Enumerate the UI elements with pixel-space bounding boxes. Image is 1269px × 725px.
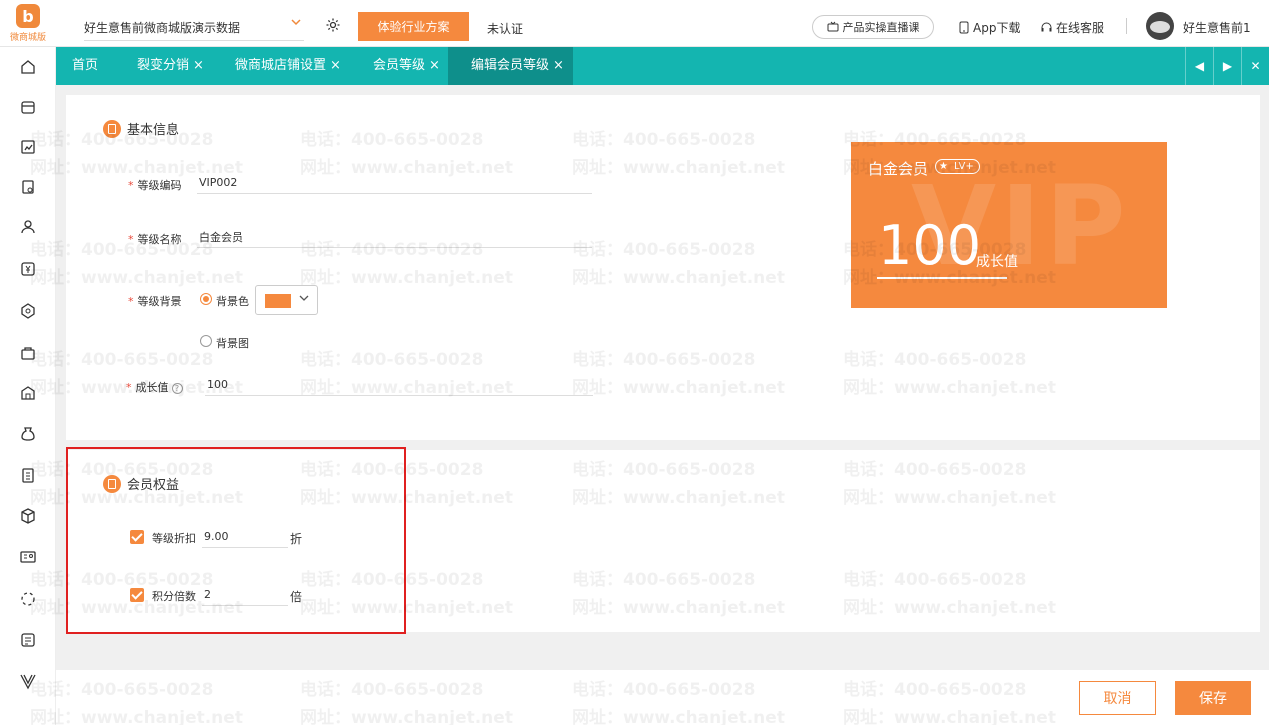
industry-solution-button[interactable]: 体验行业方案 [358,12,469,41]
chevron-down-icon[interactable] [290,16,302,31]
level-code-input[interactable] [197,172,592,194]
chevron-down-icon [298,292,310,307]
app-download-link[interactable]: App下载 [958,19,1020,36]
bg-image-option-label[interactable]: 背景图 [216,335,249,351]
card-growth-unit: 成长值 [976,254,1018,270]
finance-icon[interactable] [19,260,37,278]
growth-value-input[interactable] [205,374,593,396]
company-selector[interactable]: 好生意售前微商城版演示数据 [84,19,304,41]
tab-edit-member-level[interactable]: 编辑会员等级 × [448,47,573,85]
gear-icon[interactable] [325,17,341,33]
close-all-tabs-icon[interactable]: ✕ [1241,47,1269,85]
user-icon[interactable] [19,218,37,236]
live-course-label: 产品实操直播课 [842,21,920,34]
cancel-button[interactable]: 取消 [1079,681,1156,715]
tab-home[interactable]: 首页 [72,47,98,85]
money-bag-icon[interactable] [19,425,37,443]
tab-label: 会员等级 [373,58,426,73]
basic-info-title: 基本信息 [103,119,179,138]
tab-scroll-right-icon[interactable]: ▶ [1213,47,1241,85]
loading-icon[interactable] [19,590,37,608]
highlight-box [66,447,406,634]
document-icon [103,119,121,138]
tab-bar: 首页 裂变分销 × 微商城店铺设置 × 会员等级 × 编辑会员等级 × ◀ ▶ ✕ [56,47,1269,85]
save-button[interactable]: 保存 [1175,681,1251,715]
card-underline [877,277,1007,279]
tab-member-level[interactable]: 会员等级 × [373,47,440,85]
tab-label: 裂变分销 [137,58,190,73]
bg-color-radio[interactable] [200,293,212,305]
level-code-label: * 等级编码 [128,179,182,192]
username[interactable]: 好生意售前1 [1183,19,1251,36]
report-icon[interactable] [19,138,37,156]
avatar[interactable] [1146,12,1174,40]
clipboard-icon[interactable] [19,466,37,484]
news-icon[interactable] [19,631,37,649]
close-icon[interactable]: × [193,58,204,73]
tv-icon [827,21,838,32]
section-title-text: 基本信息 [127,123,180,138]
app-download-label: App下载 [973,21,1021,35]
tab-label: 首页 [72,58,99,73]
card-growth-value: 100 [878,214,982,277]
shop-icon[interactable] [19,384,37,402]
bg-color-option-label[interactable]: 背景色 [216,293,249,309]
tab-scroll-left-icon[interactable]: ◀ [1185,47,1213,85]
vip-icon[interactable] [19,672,37,690]
top-bar: b 微商城版 好生意售前微商城版演示数据 体验行业方案 未认证 产品实操直播课 … [0,0,1269,47]
color-picker[interactable] [255,285,318,315]
online-service-label: 在线客服 [1056,21,1105,35]
tab-store-settings[interactable]: 微商城店铺设置 × [235,47,341,85]
tab-label: 编辑会员等级 [471,58,550,73]
card-level-name: 白金会员 [868,160,929,178]
settings-hex-icon[interactable] [19,302,37,320]
online-service-link[interactable]: 在线客服 [1040,19,1104,36]
phone-icon [959,21,969,34]
help-icon[interactable]: ? [171,382,183,394]
logo-mark: b [16,4,40,28]
headset-icon [1041,22,1052,32]
sidebar [0,47,56,725]
tab-fission-distribution[interactable]: 裂变分销 × [137,47,204,85]
close-icon[interactable]: × [330,58,341,73]
box-icon[interactable] [19,507,37,525]
growth-value-label: * 成长值? [126,379,183,395]
home-icon[interactable] [19,58,37,76]
color-swatch [265,294,291,308]
close-icon[interactable]: × [429,58,440,73]
auth-status[interactable]: 未认证 [487,20,523,37]
level-background-label: * 等级背景 [128,295,182,308]
level-name-label: * 等级名称 [128,233,182,246]
close-icon[interactable]: × [553,58,564,73]
document-icon[interactable] [19,178,37,196]
app-logo[interactable]: b 微商城版 [0,0,56,47]
bag-icon[interactable] [19,344,37,362]
bg-image-radio[interactable] [200,335,212,347]
store-icon[interactable] [19,98,37,116]
tab-label: 微商城店铺设置 [235,58,327,73]
member-card-preview: VIP 白金会员 LV+ 100 成长值 [851,142,1167,308]
id-card-icon[interactable] [19,548,37,566]
level-name-input[interactable] [197,226,592,248]
divider [1126,18,1127,34]
level-badge: LV+ [935,159,980,174]
live-course-button[interactable]: 产品实操直播课 [812,15,934,39]
logo-text: 微商城版 [9,33,46,43]
